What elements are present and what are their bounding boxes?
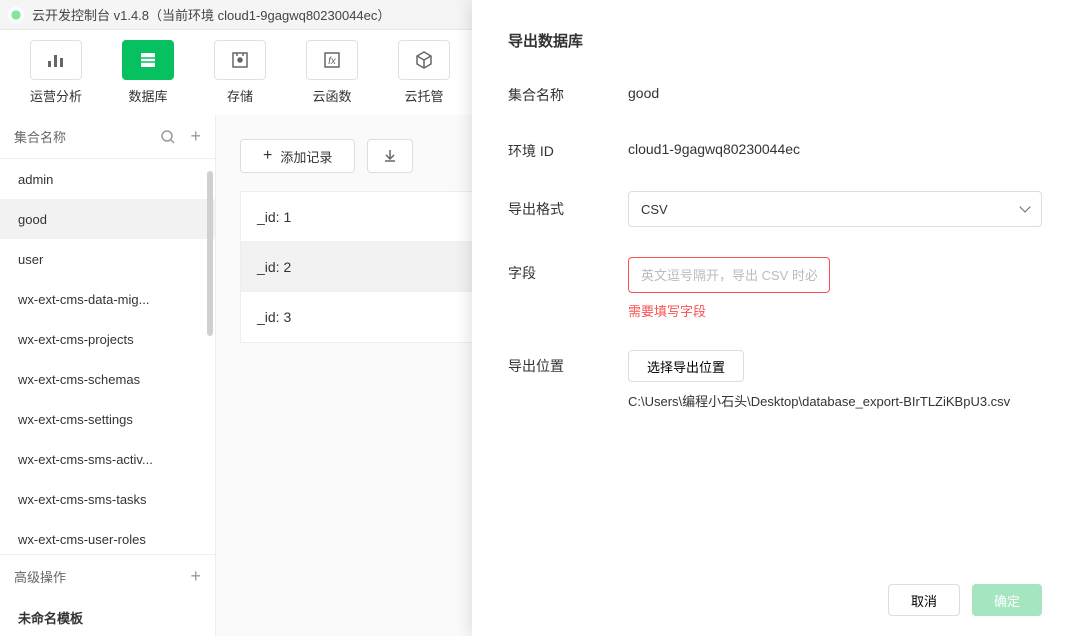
sidebar: 集合名称 + admingooduserwx-ext-cms-data-mig.… (0, 115, 216, 636)
toolbar-database[interactable]: 数据库 (122, 40, 174, 105)
toolbar-label: 云托管 (405, 86, 444, 105)
modal-title: 导出数据库 (508, 30, 1042, 51)
format-label: 导出格式 (508, 199, 628, 219)
collection-item[interactable]: wx-ext-cms-sms-activ... (0, 439, 215, 479)
env-label: 环境 ID (508, 135, 628, 161)
sidebar-header: 集合名称 + (0, 115, 215, 159)
fields-input[interactable] (628, 257, 830, 293)
template-item[interactable]: 未命名模板 (0, 598, 215, 636)
confirm-button[interactable]: 确定 (972, 584, 1042, 616)
toolbar-hosting[interactable]: 云托管 (398, 40, 450, 105)
search-icon[interactable] (160, 129, 176, 145)
toolbar-storage[interactable]: 存储 (214, 40, 266, 105)
advanced-ops-title: 高级操作 (14, 567, 190, 586)
export-modal: 导出数据库 集合名称 good 环境 ID cloud1-9gagwq80230… (472, 0, 1078, 636)
collection-item[interactable]: wx-ext-cms-data-mig... (0, 279, 215, 319)
env-value: cloud1-9gagwq80230044ec (628, 135, 1042, 157)
add-record-button[interactable]: +添加记录 (240, 139, 355, 173)
collection-value: good (628, 79, 1042, 101)
svg-text:fx: fx (328, 56, 337, 67)
collection-item[interactable]: good (0, 199, 215, 239)
collection-item[interactable]: wx-ext-cms-sms-tasks (0, 479, 215, 519)
collection-label: 集合名称 (508, 79, 628, 105)
format-value: CSV (641, 202, 668, 217)
collection-list: admingooduserwx-ext-cms-data-mig...wx-ex… (0, 159, 215, 554)
add-collection-icon[interactable]: + (190, 126, 201, 147)
fields-label: 字段 (508, 257, 628, 283)
toolbar-analytics[interactable]: 运营分析 (30, 40, 82, 105)
toolbar-label: 云函数 (313, 86, 352, 105)
titlebar-text: 云开发控制台 v1.4.8（当前环境 cloud1-9gagwq80230044… (32, 5, 390, 24)
chevron-down-icon (1019, 201, 1030, 212)
collection-item[interactable]: wx-ext-cms-settings (0, 399, 215, 439)
app-icon (8, 7, 24, 23)
collection-item[interactable]: user (0, 239, 215, 279)
sidebar-title: 集合名称 (14, 127, 146, 146)
collection-item[interactable]: wx-ext-cms-user-roles (0, 519, 215, 554)
toolbar-functions[interactable]: fx 云函数 (306, 40, 358, 105)
toolbar-label: 存储 (227, 86, 253, 105)
add-record-label: 添加记录 (280, 147, 332, 166)
download-button[interactable] (367, 139, 413, 173)
modal-footer: 取消 确定 (508, 584, 1042, 616)
choose-location-button[interactable]: 选择导出位置 (628, 350, 744, 382)
format-select[interactable]: CSV (628, 191, 1042, 227)
location-path: C:\Users\编程小石头\Desktop\database_export-B… (628, 392, 1042, 412)
collection-item[interactable]: admin (0, 159, 215, 199)
location-label: 导出位置 (508, 350, 628, 376)
toolbar-label: 数据库 (129, 86, 168, 105)
scrollbar[interactable] (207, 171, 213, 336)
add-template-icon[interactable]: + (190, 566, 201, 587)
collection-item[interactable]: wx-ext-cms-projects (0, 319, 215, 359)
collection-item[interactable]: wx-ext-cms-schemas (0, 359, 215, 399)
advanced-operations[interactable]: 高级操作 + (0, 554, 215, 598)
toolbar-label: 运营分析 (30, 86, 82, 105)
fields-error: 需要填写字段 (628, 301, 1042, 320)
cancel-button[interactable]: 取消 (888, 584, 960, 616)
